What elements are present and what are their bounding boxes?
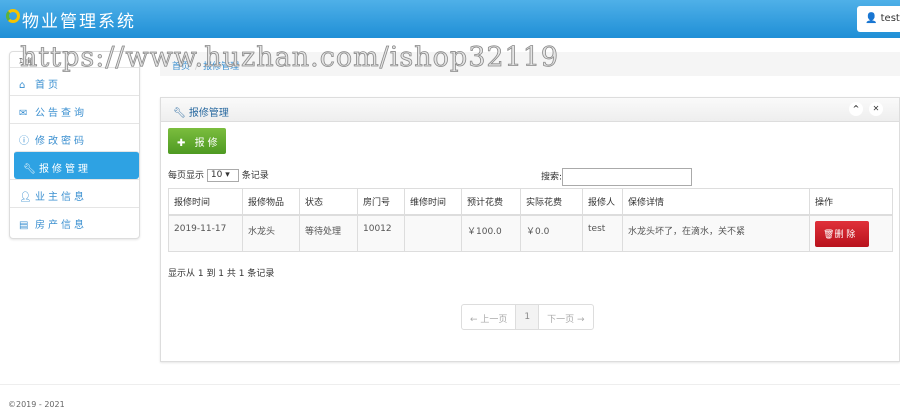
cell-report-time: 2019-11-17 — [168, 214, 243, 252]
plus-icon: ✚ — [177, 138, 189, 149]
sidebar-item-label: 报修管理 — [39, 164, 91, 175]
column-header[interactable]: 房门号 — [357, 188, 405, 216]
top-header: 物业管理系统 👤 test — [0, 0, 900, 38]
sidebar: 功能 ⌂ 首页 ✉ 公告查询 ⓘ 修改密码 🔧︎ 报修管理 👤︎ 业主信息 ▤ 房产信息 — [9, 51, 140, 239]
next-page-button[interactable]: 下一页 → — [539, 305, 592, 329]
breadcrumb: 首页 / 报修管理 — [160, 52, 900, 76]
search-input[interactable] — [562, 168, 693, 186]
column-header[interactable]: 状态 — [299, 188, 358, 216]
cell-estimated-cost: ￥100.0 — [461, 214, 521, 252]
user-name: test — [880, 13, 900, 24]
sidebar-item-password[interactable]: ⓘ 修改密码 — [10, 123, 139, 151]
user-icon: 👤 — [865, 13, 878, 24]
sidebar-heading: 功能 — [19, 57, 35, 66]
page-length-select[interactable]: 10 ▾ — [206, 169, 239, 182]
info-icon: ⓘ — [19, 136, 29, 147]
sidebar-item-label: 公告查询 — [35, 108, 87, 119]
trash-icon: 🗑︎ — [823, 229, 835, 240]
close-icon[interactable]: ✕ — [869, 102, 883, 116]
column-header[interactable]: 维修时间 — [404, 188, 462, 216]
panel-title: 报修管理 — [188, 108, 229, 119]
cell-repair-time — [404, 214, 462, 252]
table-header-row: 报修时间 报修物品 状态 房门号 维修时间 预计花费 实际花费 报修人 保修详情… — [168, 188, 893, 216]
column-header[interactable]: 预计花费 — [461, 188, 521, 216]
list-icon: ▤ — [19, 220, 29, 231]
column-header[interactable]: 报修物品 — [242, 188, 300, 216]
sidebar-item-notices[interactable]: ✉ 公告查询 — [10, 95, 139, 123]
panel-header: 🔧︎ 报修管理 — [161, 98, 899, 122]
column-header: 操作 — [809, 188, 893, 216]
add-repair-button[interactable]: ✚ 报修 — [168, 128, 226, 154]
envelope-icon: ✉ — [19, 108, 28, 119]
cell-item: 水龙头 — [242, 214, 300, 252]
breadcrumb-home[interactable]: 首页 — [172, 62, 190, 72]
collapse-icon[interactable]: ^ — [849, 102, 863, 116]
column-header[interactable]: 报修时间 — [168, 188, 243, 216]
sidebar-item-owners[interactable]: 👤︎ 业主信息 — [10, 179, 139, 207]
repair-panel: 🔧︎ 报修管理 ^ ✕ ✚ 报修 每页显示 10 ▾ 条记录 搜索: 报修时间 … — [160, 97, 900, 362]
prev-page-button[interactable]: ← 上一页 — [462, 305, 515, 329]
wrench-icon: 🔧︎ — [173, 108, 186, 119]
wrench-icon: 🔧︎ — [23, 164, 36, 175]
breadcrumb-current[interactable]: 报修管理 — [203, 62, 239, 72]
home-icon: ⌂ — [19, 80, 26, 91]
delete-button[interactable]: 🗑︎删 除 — [815, 220, 869, 247]
column-header[interactable]: 实际花费 — [520, 188, 583, 216]
search: 搜索: — [541, 168, 693, 186]
sidebar-item-property[interactable]: ▤ 房产信息 — [10, 207, 139, 235]
repair-table: 报修时间 报修物品 状态 房门号 维修时间 预计花费 实际花费 报修人 保修详情… — [168, 188, 893, 252]
user-menu-button[interactable]: 👤 test — [857, 6, 900, 32]
sidebar-item-label: 业主信息 — [35, 192, 87, 203]
footer: ©2019 - 2021 — [0, 384, 900, 409]
user-icon: 👤︎ — [19, 192, 32, 203]
column-header[interactable]: 报修人 — [582, 188, 623, 216]
cell-status: 等待处理 — [299, 214, 358, 252]
cell-actions: 🗑︎删 除 — [809, 214, 893, 252]
cell-reporter: test — [582, 214, 623, 252]
sidebar-item-label: 首页 — [35, 80, 61, 91]
page-length: 每页显示 10 ▾ 条记录 — [168, 169, 269, 182]
sidebar-item-repairs[interactable]: 🔧︎ 报修管理 — [14, 151, 139, 179]
page-1-button[interactable]: 1 — [515, 305, 540, 329]
table-info: 显示从 1 到 1 共 1 条记录 — [168, 269, 275, 279]
sidebar-item-home[interactable]: ⌂ 首页 — [10, 67, 139, 95]
table-row: 2019-11-17 水龙头 等待处理 10012 ￥100.0 ￥0.0 te… — [168, 214, 893, 252]
column-header[interactable]: 保修详情 — [622, 188, 810, 216]
app-title: 物业管理系统 — [22, 12, 136, 32]
sidebar-item-label: 房产信息 — [35, 220, 87, 231]
cell-details: 水龙头坏了，在滴水，关不紧 — [622, 214, 810, 252]
sidebar-item-label: 修改密码 — [35, 136, 87, 147]
logo-icon — [6, 9, 20, 23]
pagination: ← 上一页 1 下一页 → — [461, 304, 594, 330]
cell-room: 10012 — [357, 214, 405, 252]
cell-actual-cost: ￥0.0 — [520, 214, 583, 252]
